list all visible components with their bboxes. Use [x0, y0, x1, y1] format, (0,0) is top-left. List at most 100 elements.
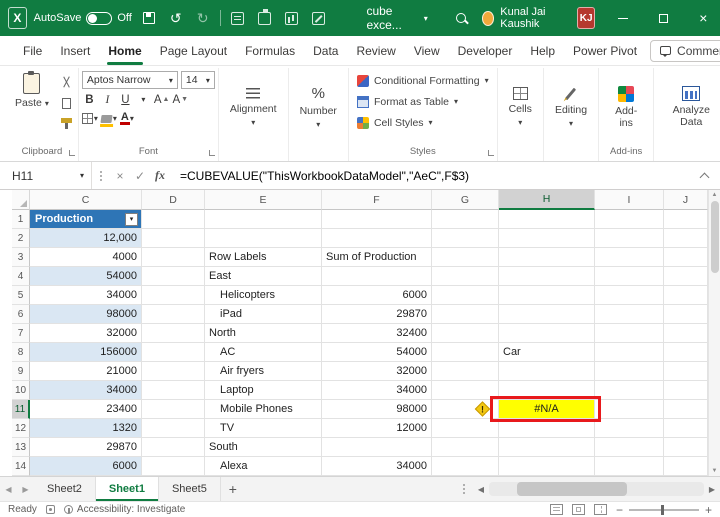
cell-F4[interactable]	[322, 267, 432, 286]
cell-J10[interactable]	[664, 381, 708, 400]
cell-H8[interactable]: Car	[499, 343, 595, 362]
autosave-toggle[interactable]: AutoSave Off	[34, 11, 132, 25]
cell-J12[interactable]	[664, 419, 708, 438]
cell-C7[interactable]: 32000	[30, 324, 142, 343]
cell-H14[interactable]	[499, 457, 595, 476]
document-title[interactable]: cube exce... ▾	[357, 0, 436, 36]
formula-input[interactable]: =CUBEVALUE("ThisWorkbookDataModel","AeC"…	[170, 169, 701, 183]
font-dialog-launcher-icon[interactable]	[208, 150, 215, 156]
autosave-switch-icon[interactable]	[86, 11, 113, 25]
font-color-icon[interactable]: A ▾	[119, 110, 135, 127]
tab-scroll-left-icon[interactable]: ◀	[0, 477, 17, 501]
qat-pen-icon[interactable]	[308, 6, 328, 30]
cell-C11[interactable]: 23400	[30, 400, 142, 419]
qat-chart-icon[interactable]	[282, 6, 302, 30]
cell-D12[interactable]	[142, 419, 205, 438]
scroll-up-icon[interactable]: ▲	[712, 192, 718, 198]
name-box[interactable]: H11 ▾	[0, 162, 92, 189]
cell-C10[interactable]: 34000	[30, 381, 142, 400]
normal-view-icon[interactable]	[549, 504, 563, 515]
comments-button[interactable]: Comments	[650, 39, 720, 62]
cell-F12[interactable]: 12000	[322, 419, 432, 438]
cell-D2[interactable]	[142, 229, 205, 248]
italic-button[interactable]: I	[100, 91, 115, 108]
cell-I14[interactable]	[595, 457, 664, 476]
cell-I13[interactable]	[595, 438, 664, 457]
cell-C4[interactable]: 54000	[30, 267, 142, 286]
cell-J8[interactable]	[664, 343, 708, 362]
column-header-H[interactable]: H	[499, 190, 595, 210]
underline-button[interactable]: U	[118, 91, 133, 108]
column-header-C[interactable]: C	[30, 190, 142, 210]
menu-item-home[interactable]: Home	[99, 36, 150, 65]
alignment-button[interactable]: Alignment ▾	[222, 70, 285, 144]
cell-J1[interactable]	[664, 210, 708, 229]
column-header-D[interactable]: D	[142, 190, 205, 210]
menu-item-power-pivot[interactable]: Power Pivot	[564, 36, 646, 65]
format-painter-icon[interactable]	[59, 115, 75, 129]
cell-I5[interactable]	[595, 286, 664, 305]
row-header-4[interactable]: 4	[12, 267, 30, 286]
excel-app-icon[interactable]: X	[8, 7, 27, 29]
horizontal-scroll-thumb[interactable]	[517, 482, 627, 496]
cell-G2[interactable]	[432, 229, 499, 248]
font-size-select[interactable]: 14 ▾	[180, 71, 215, 89]
redo-icon[interactable]: ↻	[193, 6, 213, 30]
cell-G5[interactable]	[432, 286, 499, 305]
cell-G12[interactable]	[432, 419, 499, 438]
menu-item-insert[interactable]: Insert	[51, 36, 99, 65]
sheet-tab-sheet2[interactable]: Sheet2	[34, 477, 96, 501]
cell-I1[interactable]	[595, 210, 664, 229]
cell-D5[interactable]	[142, 286, 205, 305]
qat-cut-icon[interactable]	[255, 6, 275, 30]
cell-C12[interactable]: 1320	[30, 419, 142, 438]
menu-item-help[interactable]: Help	[521, 36, 564, 65]
menu-item-developer[interactable]: Developer	[449, 36, 522, 65]
cell-E12[interactable]: TV	[205, 419, 322, 438]
select-all-button[interactable]	[12, 190, 30, 210]
macro-record-icon[interactable]	[45, 505, 55, 514]
conditional-formatting-button[interactable]: Conditional Formatting ▾	[352, 70, 494, 91]
row-header-2[interactable]: 2	[12, 229, 30, 248]
cell-D11[interactable]	[142, 400, 205, 419]
cell-E3[interactable]: Row Labels	[205, 248, 322, 267]
vertical-scroll-thumb[interactable]	[710, 201, 719, 273]
row-header-11[interactable]: 11	[12, 400, 30, 419]
cell-E11[interactable]: Mobile Phones	[205, 400, 322, 419]
cell-E14[interactable]: Alexa	[205, 457, 322, 476]
cell-J11[interactable]	[664, 400, 708, 419]
vertical-scrollbar[interactable]: ▲ ▼	[708, 190, 720, 476]
cell-H1[interactable]	[499, 210, 595, 229]
cell-E10[interactable]: Laptop	[205, 381, 322, 400]
fill-color-icon[interactable]: ▾	[100, 110, 117, 127]
cell-F8[interactable]: 54000	[322, 343, 432, 362]
sheet-tab-sheet1[interactable]: Sheet1	[95, 477, 159, 501]
cell-G14[interactable]	[432, 457, 499, 476]
cell-H7[interactable]	[499, 324, 595, 343]
cell-H13[interactable]	[499, 438, 595, 457]
user-avatar[interactable]: KJ	[577, 7, 596, 29]
cell-D9[interactable]	[142, 362, 205, 381]
close-button[interactable]: ×	[687, 0, 720, 36]
save-icon[interactable]	[139, 6, 159, 30]
cell-D3[interactable]	[142, 248, 205, 267]
cell-C8[interactable]: 156000	[30, 343, 142, 362]
page-break-view-icon[interactable]	[593, 504, 607, 515]
row-header-7[interactable]: 7	[12, 324, 30, 343]
row-header-8[interactable]: 8	[12, 343, 30, 362]
cell-E5[interactable]: Helicopters	[205, 286, 322, 305]
cell-D13[interactable]	[142, 438, 205, 457]
cell-H6[interactable]	[499, 305, 595, 324]
cell-D7[interactable]	[142, 324, 205, 343]
cell-G10[interactable]	[432, 381, 499, 400]
cell-E4[interactable]: East	[205, 267, 322, 286]
styles-dialog-launcher-icon[interactable]	[487, 150, 494, 156]
cell-F5[interactable]: 6000	[322, 286, 432, 305]
cell-I10[interactable]	[595, 381, 664, 400]
cell-D8[interactable]	[142, 343, 205, 362]
column-header-F[interactable]: F	[322, 190, 432, 210]
column-header-J[interactable]: J	[664, 190, 708, 210]
cell-J9[interactable]	[664, 362, 708, 381]
row-header-13[interactable]: 13	[12, 438, 30, 457]
row-header-10[interactable]: 10	[12, 381, 30, 400]
